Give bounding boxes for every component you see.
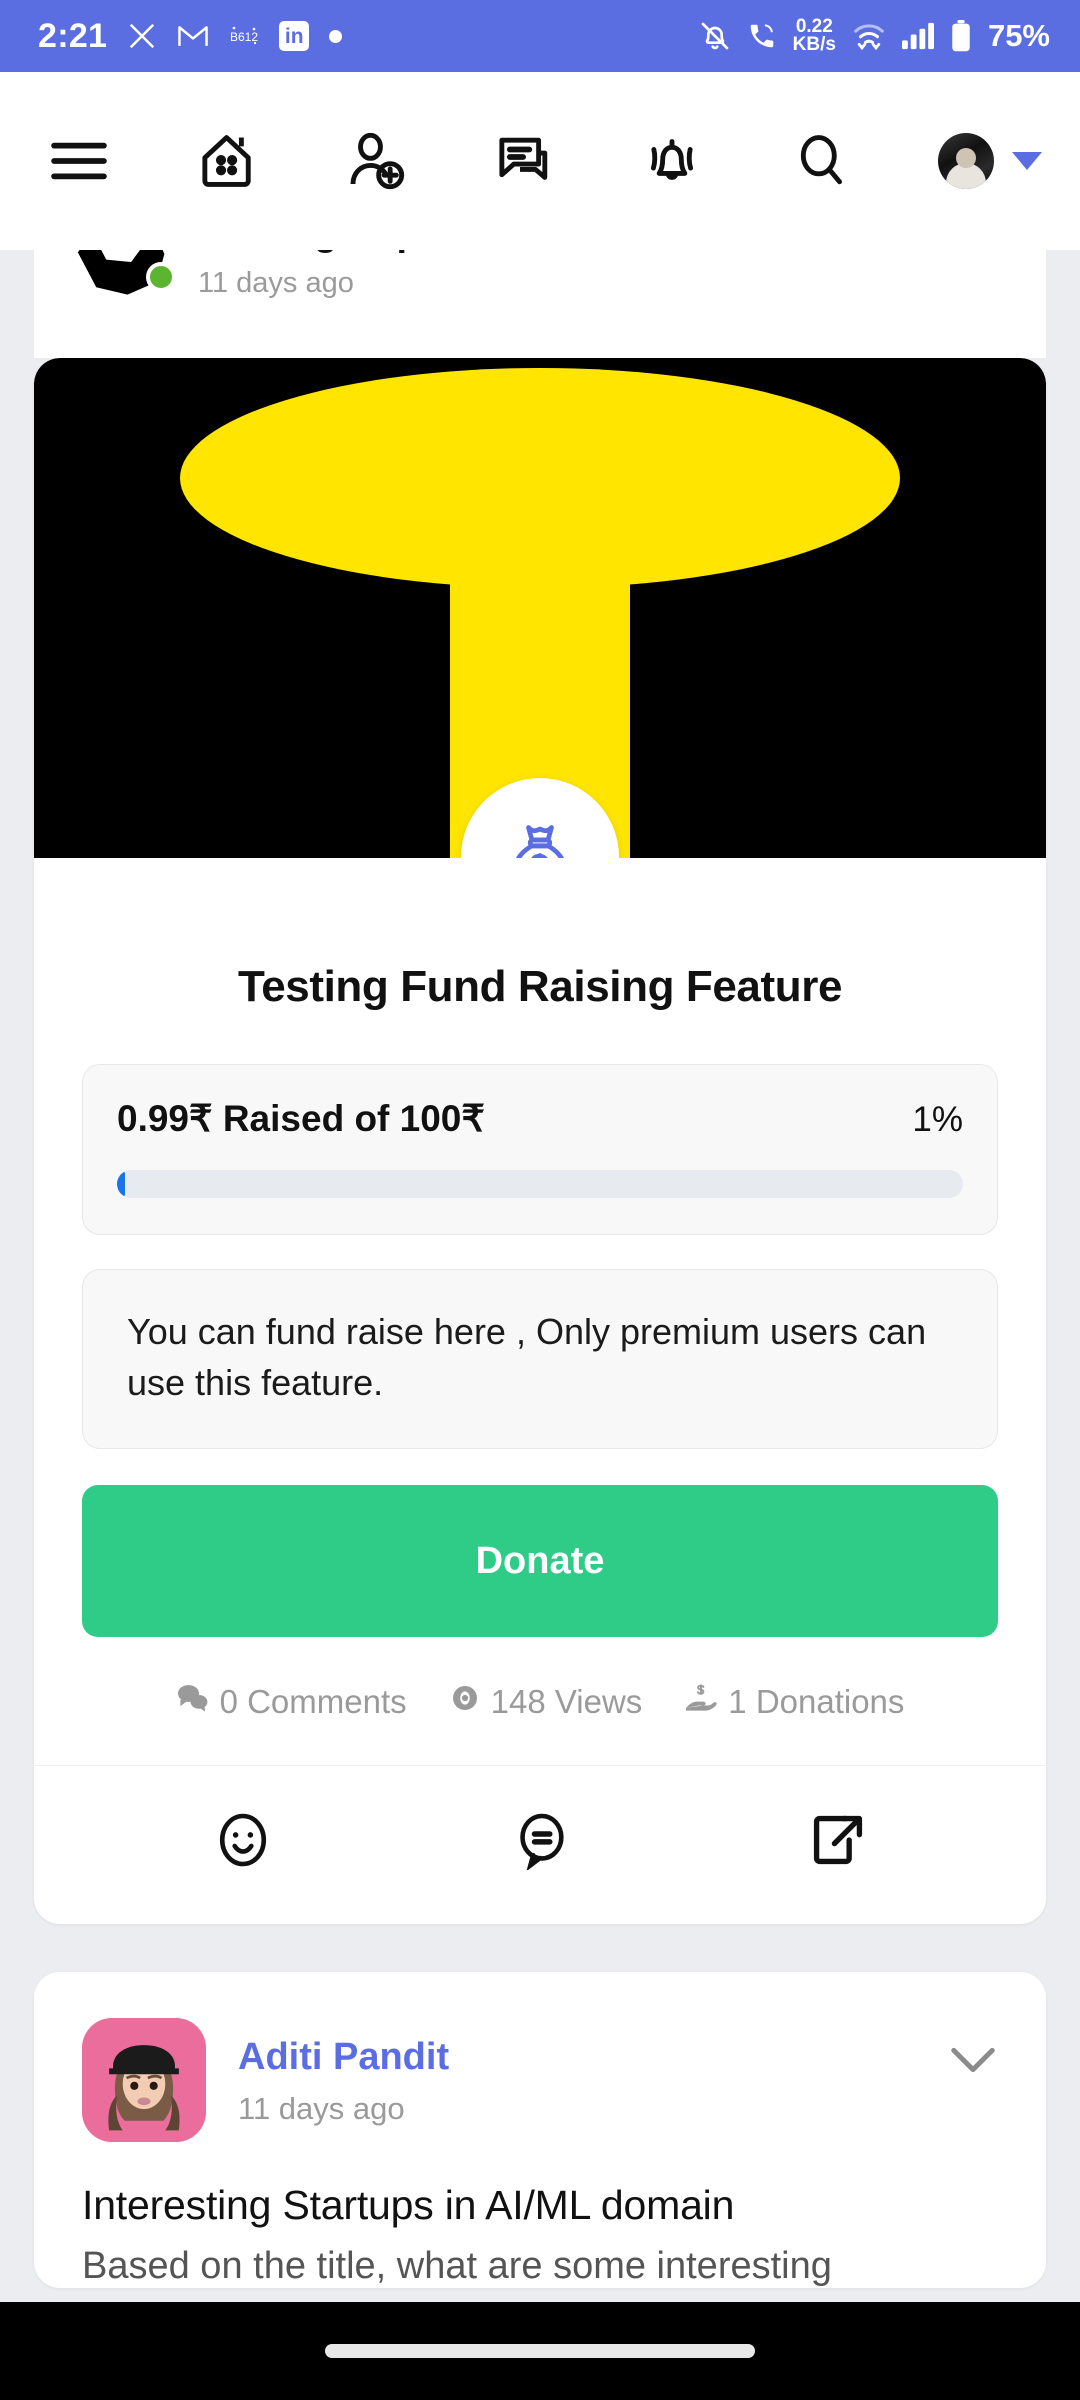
dot-icon [329,29,343,43]
post-banner-image[interactable] [34,358,1046,858]
add-friend-icon[interactable] [345,130,407,192]
status-bar-right: 0.22 KB/s 75% [699,17,1050,55]
views-eye-icon [449,1683,481,1721]
notifications-icon[interactable] [641,130,703,192]
chevron-down-icon[interactable] [1011,152,1042,170]
partial-post-title: funding request [198,250,485,255]
avatar[interactable] [937,133,1042,189]
messages-icon[interactable] [493,130,555,192]
avatar-image [937,133,994,189]
gmail-icon [177,23,209,49]
partial-post-avatar[interactable] [72,250,176,306]
partial-post-time: 11 days ago [198,267,354,299]
fundraiser-post-card: Testing Fund Raising Feature 0.99₹ Raise… [34,358,1046,1925]
network-speed-unit: KB/s [792,34,836,55]
status-bar: 2:21 B612 in 0.22 KB/s 75% [0,0,1080,72]
linkedin-icon: in [279,21,310,51]
search-icon[interactable] [790,130,852,192]
svg-text:B612: B612 [230,30,258,44]
page-title: Testing Fund Raising Feature [237,962,843,1011]
home-gesture-pill[interactable] [325,2344,755,2358]
battery-percentage: 75% [987,18,1050,53]
fundraiser-description-box: You can fund raise here , Only premium u… [82,1269,998,1450]
next-post-card: Aditi Pandit 11 days ago Interesting Sta… [34,1972,1046,2289]
donations-stat[interactable]: 1 Donations [684,1683,904,1721]
comment-bubble-icon[interactable] [511,1810,571,1871]
fundraiser-progress: 0.99₹ Raised of 100₹ 1% [82,1064,998,1235]
post-actions-row [34,1765,1046,1924]
views-count-label: 148 Views [490,1683,643,1721]
comments-icon [176,1683,210,1721]
call-icon [747,21,777,51]
react-smiley-icon[interactable] [213,1810,273,1870]
b612-icon: B612 [229,23,259,49]
signal-icon [901,22,934,50]
progress-percentage: 1% [912,1100,963,1139]
notifications-muted-icon [699,20,731,52]
next-post-time: 11 days ago [238,2091,405,2127]
next-post-title[interactable]: Interesting Startups in AI/ML domain [34,2142,1046,2229]
fundraiser-description: You can fund raise here , Only premium u… [127,1311,927,1404]
app-navbar [0,72,1080,250]
progress-bar-fill [117,1170,126,1198]
share-icon[interactable] [809,1811,867,1869]
menu-icon[interactable] [48,138,110,184]
post-stats-row: 0 Comments 148 Views 1 Donations [34,1637,1046,1765]
next-post-author[interactable]: Aditi Pandit [238,2036,948,2079]
wifi-icon [852,22,886,50]
donations-count-label: 1 Donations [728,1683,905,1721]
donations-hand-icon [684,1683,718,1721]
system-navigation-bar [0,2302,1080,2400]
next-post-header: Aditi Pandit 11 days ago [34,1972,1046,2143]
partial-post-header[interactable]: funding request 11 days ago [34,250,1046,358]
comments-count-label: 0 Comments [219,1683,407,1721]
home-icon[interactable] [196,130,258,192]
chevron-down-icon[interactable] [948,2018,998,2081]
network-speed-indicator: 0.22 KB/s [792,17,836,55]
battery-icon [950,20,972,52]
feed-scroll-area[interactable]: funding request 11 days ago Testing Fund… [0,250,1080,2400]
x-app-icon [127,21,157,51]
status-bar-left: 2:21 B612 in [38,16,343,56]
views-stat: 148 Views [449,1683,643,1721]
amount-raised-label: 0.99₹ Raised of 100₹ [117,1098,485,1139]
progress-bar-track [117,1170,963,1198]
online-status-indicator [146,262,176,292]
memoji-avatar[interactable] [82,2018,206,2143]
comments-stat[interactable]: 0 Comments [176,1683,407,1721]
donate-button[interactable]: Donate [82,1485,998,1638]
status-bar-clock: 2:21 [38,16,108,55]
next-post-subtitle: Based on the title, what are some intere… [82,2245,832,2288]
